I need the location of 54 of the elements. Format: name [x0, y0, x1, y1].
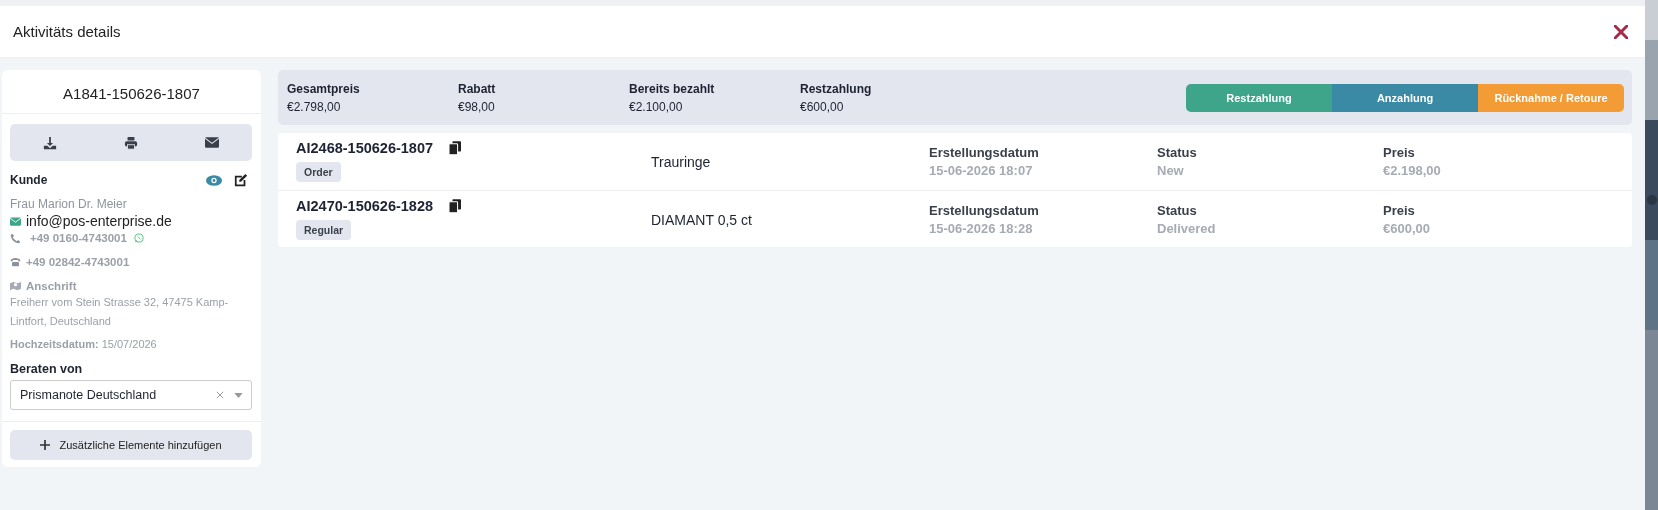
status-value: Delivered [1157, 221, 1217, 236]
type-tag: Order [296, 161, 341, 182]
window-title: Aktivitäts details [13, 23, 121, 40]
summary-value: €2.798,00 [287, 99, 342, 114]
status-label: Status [1157, 145, 1198, 160]
price-label: Preis [1383, 145, 1416, 160]
clear-icon[interactable] [216, 391, 224, 399]
landline-number: +49 02842-4743001 [26, 256, 130, 268]
copy-icon[interactable] [449, 140, 462, 155]
item-number: AI2468-150626-1807 [296, 139, 434, 156]
eye-icon[interactable] [206, 174, 222, 186]
wedding-date: Hochzeitsdatum: 15/07/2026 [10, 338, 158, 350]
status-value: New [1157, 163, 1185, 178]
plus-icon [40, 440, 51, 450]
edit-icon[interactable] [234, 173, 248, 187]
customer-heading: Kunde [10, 173, 49, 187]
summary-value: €98,00 [458, 99, 496, 114]
price-value: €600,00 [1383, 221, 1431, 236]
price-value: €2.198,00 [1383, 163, 1442, 178]
close-icon[interactable] [1614, 24, 1628, 39]
summary-value: €2.100,00 [629, 99, 684, 114]
item-name: Trauringe [651, 153, 712, 170]
status-label: Status [1157, 203, 1198, 218]
advisor-select[interactable]: Prismanote Deutschland [10, 380, 252, 410]
activity-number: A1841-150626-1807 [2, 70, 261, 114]
customer-name: Frau Marion Dr. Meier [10, 197, 128, 211]
item-number: AI2470-150626-1828 [296, 197, 434, 214]
advisor-label: Beraten von [10, 362, 84, 376]
copy-icon[interactable] [449, 198, 462, 213]
mobile-number: +49 0160-4743001 [30, 232, 127, 244]
date-label: Erstellungsdatum [929, 145, 1040, 160]
phone-icon [10, 232, 21, 244]
type-tag: Regular [296, 219, 352, 240]
action-button[interactable]: Rücknahme / Retoure [1478, 83, 1624, 112]
price-label: Preis [1383, 203, 1416, 218]
summary-label: Gesamtpreis [287, 81, 361, 96]
email-text: info@pos-enterprise.de [26, 213, 172, 229]
telephone-icon [10, 257, 21, 267]
summary-label: Rabatt [458, 81, 497, 96]
action-button[interactable]: Restzahlung [1186, 83, 1332, 112]
address-text: Freiherr vom Stein Strasse 32, 47475 Kamp-Lintfort, Deutschland [10, 295, 230, 329]
action-button[interactable]: Anzahlung [1332, 83, 1478, 112]
date-label: Erstellungsdatum [929, 203, 1040, 218]
summary-value: €600,00 [800, 99, 845, 114]
item-name: DIAMANT 0,5 ct [651, 211, 753, 228]
add-elements-button[interactable]: Zusätzliche Elemente hinzufügen [10, 430, 252, 460]
address-label: Anschrift [26, 280, 77, 292]
caret-icon[interactable] [234, 392, 243, 398]
map-icon [10, 281, 21, 291]
summary-label: Restzahlung [800, 81, 873, 96]
mail-icon [10, 216, 21, 226]
summary-label: Bereits bezahlt [629, 81, 716, 96]
date-value: 15-06-2026 18:28 [929, 221, 1034, 236]
date-value: 15-06-2026 18:07 [929, 163, 1034, 178]
